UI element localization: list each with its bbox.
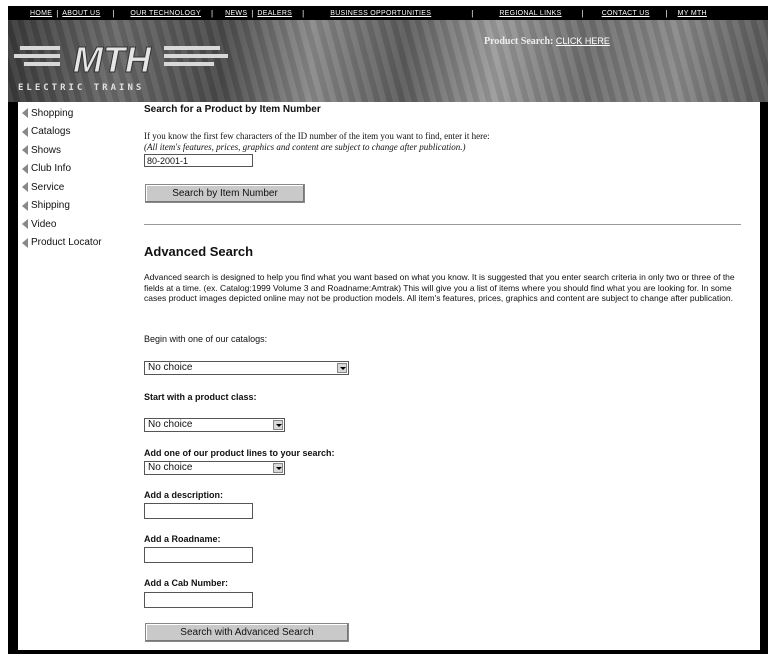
arrow-left-icon [22,108,28,119]
logo-letters: MTH [73,39,152,80]
arrow-left-icon [22,145,28,156]
logo-subtext: ELECTRIC TRAINS [18,83,144,93]
search-by-item-number-button[interactable]: Search by Item Number [145,184,305,203]
sidebar-item-product-locator[interactable]: Product Locator [18,234,133,253]
sidebar-item-label: Club Info [31,163,72,175]
cab-number-label: Add a Cab Number: [144,578,229,588]
sidebar-item-label: Catalogs [31,126,71,138]
nav-business-opportunities[interactable]: BUSINESS OPPORTUNITIES [330,10,431,17]
nav-contact-us[interactable]: CONTACT US [602,10,650,17]
sidebar-item-service[interactable]: Service [18,178,133,197]
nav-regional-links[interactable]: REGIONAL LINKS [499,10,561,17]
product-class-select-value: No choice [148,419,193,430]
sidebar-item-label: Product Locator [31,237,102,249]
arrow-left-icon [22,237,28,248]
section-divider [144,224,741,225]
roadname-label: Add a Roadname: [144,534,221,544]
nav-my-mth[interactable]: MY MTH [678,10,707,17]
sidebar-item-catalogs[interactable]: Catalogs [18,123,133,142]
sidebar-item-label: Video [31,218,57,230]
arrow-left-icon [22,182,28,193]
catalog-label: Begin with one of our catalogs: [144,334,268,344]
page-frame: HOME | ABOUT US | OUR TECHNOLOGY | NEWS … [8,6,768,654]
product-search-link[interactable]: CLICK HERE [556,36,610,46]
catalog-select[interactable]: No choice [144,361,349,375]
item-search-disclaimer: (All item's features, prices, graphics a… [144,142,466,152]
product-search-label: Product Search: [484,36,554,47]
sidebar-item-label: Service [31,181,65,193]
description-label: Add a description: [144,490,224,500]
catalog-select-value: No choice [148,362,193,373]
top-navigation: HOME | ABOUT US | OUR TECHNOLOGY | NEWS … [30,8,707,18]
product-search-prompt: Product Search: CLICK HERE [484,36,610,47]
arrow-left-icon [22,126,28,137]
product-lines-select[interactable]: No choice [144,461,285,475]
description-input[interactable] [144,503,253,519]
product-lines-label: Add one of our product lines to your sea… [144,448,335,458]
sidebar-item-label: Shipping [31,200,70,212]
arrow-left-icon [22,163,28,174]
nav-dealers[interactable]: DEALERS [257,10,292,17]
header-banner: MTH ELECTRIC TRAINS Product Search: CLIC… [8,20,768,102]
chevron-down-icon[interactable] [273,463,283,473]
item-search-title: Search for a Product by Item Number [144,104,321,115]
sidebar-item-label: Shows [31,144,62,156]
sidebar-item-shows[interactable]: Shows [18,141,133,160]
roadname-input[interactable] [144,547,253,563]
chevron-down-icon[interactable] [337,363,347,373]
chevron-down-icon[interactable] [273,420,283,430]
arrow-left-icon [22,200,28,211]
mth-logo[interactable]: MTH ELECTRIC TRAINS [14,28,244,94]
advanced-search-description: Advanced search is designed to help you … [144,272,735,304]
cab-number-input[interactable] [144,592,253,608]
sidebar-item-video[interactable]: Video [18,215,133,234]
nav-about-us[interactable]: ABOUT US [62,10,100,17]
sidebar-item-club-info[interactable]: Club Info [18,160,133,179]
sidebar-item-label: Shopping [31,107,74,119]
product-class-label: Start with a product class: [144,392,257,402]
item-number-input[interactable]: 80-2001-1 [144,154,253,167]
sidebar-item-shipping[interactable]: Shipping [18,197,133,216]
arrow-left-icon [22,219,28,230]
product-lines-select-value: No choice [148,462,193,473]
sidebar: Shopping Catalogs Shows Club Info Servic… [18,102,133,252]
item-search-instruction: If you know the first few characters of … [144,131,490,141]
nav-home[interactable]: HOME [30,10,52,17]
nav-news[interactable]: NEWS [225,10,247,17]
page-content: Shopping Catalogs Shows Club Info Servic… [18,102,760,650]
advanced-search-button[interactable]: Search with Advanced Search [145,623,349,642]
nav-our-technology[interactable]: OUR TECHNOLOGY [130,10,201,17]
product-class-select[interactable]: No choice [144,418,285,432]
advanced-search-title: Advanced Search [144,244,254,259]
sidebar-item-shopping[interactable]: Shopping [18,104,133,123]
